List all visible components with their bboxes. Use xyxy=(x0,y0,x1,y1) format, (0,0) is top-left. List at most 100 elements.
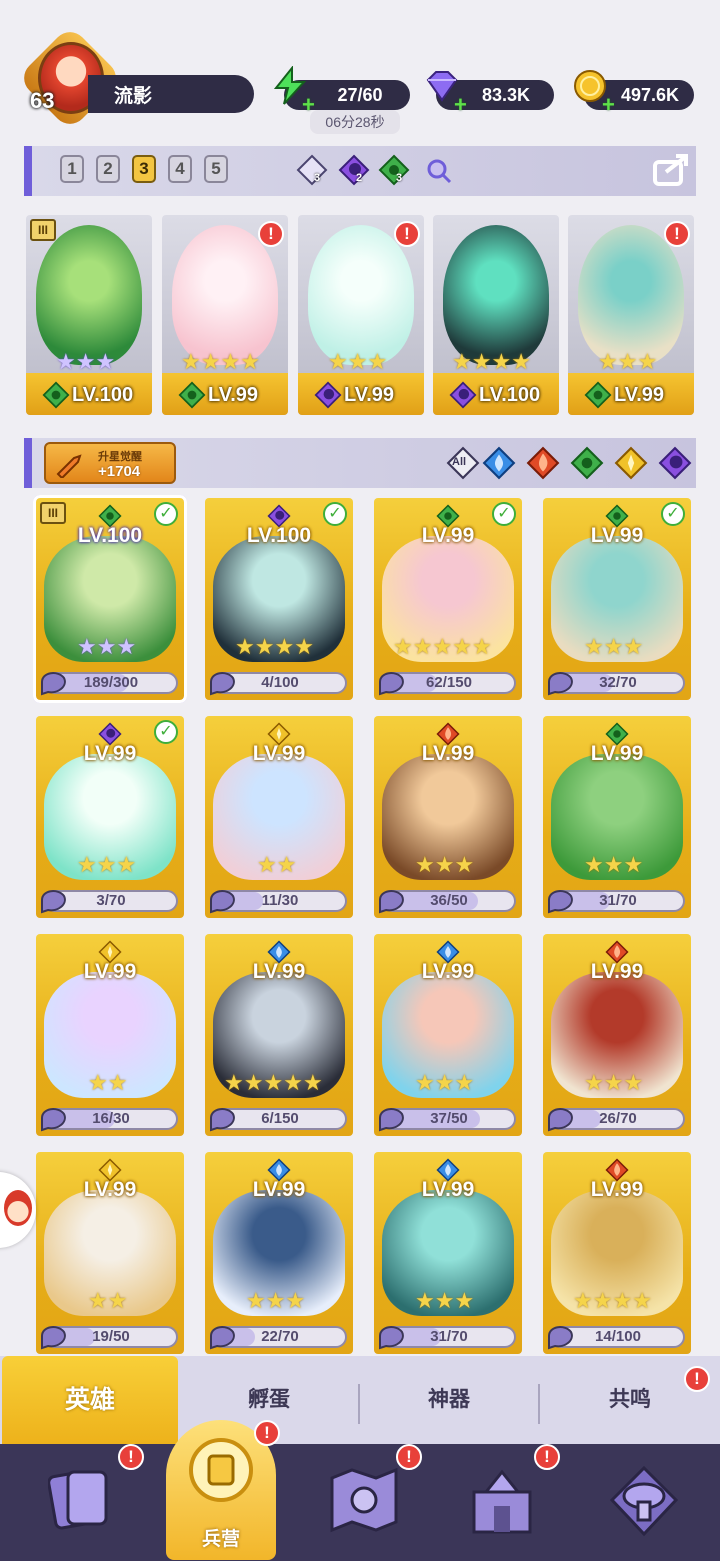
star-icon: ★ xyxy=(243,1070,264,1095)
hero-card[interactable]: LV.99 62/150 ✓ ★ ★ ★ ★ ★ xyxy=(374,498,522,700)
star-icon: ★ xyxy=(96,634,117,659)
progress-text: 37/50 xyxy=(430,1110,468,1127)
hero-card[interactable]: LV.100 4/100 ✓ ★ ★ ★ ★ xyxy=(205,498,353,700)
nav-barracks[interactable]: 兵营 ! xyxy=(166,1420,280,1560)
hero-card[interactable]: LV.99 36/50 ★ ★ ★ xyxy=(374,716,522,918)
progress-text: 31/70 xyxy=(430,1328,468,1345)
hero-card[interactable]: LV.99 3/70 ✓ ★ ★ ★ xyxy=(36,716,184,918)
sword-icon xyxy=(56,454,82,478)
star-rating: ★ ★ ★ xyxy=(415,1072,474,1094)
lineup-slot[interactable]: LV.100 ★ ★ ★ III xyxy=(26,215,152,415)
team-tab-4[interactable]: 4 xyxy=(168,155,192,183)
hero-level: LV.99 xyxy=(590,1178,644,1201)
hero-card[interactable]: LV.99 22/70 ★ ★ ★ xyxy=(205,1152,353,1354)
team-nature-count: 3 xyxy=(378,154,410,186)
star-icon: ★ xyxy=(200,349,221,374)
star-icon: ★ xyxy=(598,349,618,374)
hero-card[interactable]: LV.99 16/30 ★ ★ xyxy=(36,934,184,1136)
star-icon: ★ xyxy=(257,852,277,877)
hero-portrait xyxy=(172,225,278,365)
star-awaken-value: +1704 xyxy=(98,463,141,480)
progress-text: 16/30 xyxy=(92,1110,130,1127)
hero-card[interactable]: LV.99 6/150 ★ ★ ★ ★ ★ xyxy=(205,934,353,1136)
hero-card[interactable]: LV.99 14/100 ★ ★ ★ ★ xyxy=(543,1152,691,1354)
star-rating: ★ ★ ★ xyxy=(77,854,136,876)
nature-element-icon xyxy=(378,154,410,186)
star-icon: ★ xyxy=(294,634,314,659)
tab-artifact[interactable]: 神器 xyxy=(360,1356,538,1444)
filter-fire-button[interactable] xyxy=(526,446,560,480)
soul-stone-icon xyxy=(210,890,235,914)
star-icon: ★ xyxy=(434,1288,455,1313)
progress-text: 3/70 xyxy=(96,892,126,909)
team-tab-3[interactable]: 3 xyxy=(132,155,156,183)
team-tab-1[interactable]: 1 xyxy=(60,155,84,183)
soul-stone-icon xyxy=(41,890,66,914)
energy-counter[interactable]: + 27/60 xyxy=(273,66,410,117)
check-icon: ✓ xyxy=(492,502,516,526)
gold-plus-icon[interactable]: + xyxy=(602,90,615,120)
filter-all-button[interactable]: All xyxy=(446,446,480,480)
star-rating: ★ ★ ★ ★ xyxy=(181,351,260,373)
team-tab-2[interactable]: 2 xyxy=(96,155,120,183)
progress-text: 31/70 xyxy=(599,892,637,909)
hero-level: LV.99 xyxy=(83,960,137,983)
energy-value: 27/60 xyxy=(337,85,383,105)
lineup-slot[interactable]: LV.99 ★ ★ ★! xyxy=(568,215,694,415)
gem-counter[interactable]: + 83.3K xyxy=(426,71,554,117)
soul-stone-icon xyxy=(210,1326,235,1350)
tab-heroes[interactable]: 英雄 xyxy=(2,1356,178,1444)
filter-dark-button[interactable] xyxy=(658,446,692,480)
magnifier-icon[interactable] xyxy=(426,158,452,184)
filter-light-button[interactable] xyxy=(614,446,648,480)
star-icon: ★ xyxy=(603,852,624,877)
nav-mushroom[interactable] xyxy=(588,1454,688,1554)
hero-card[interactable]: LV.99 31/70 ★ ★ ★ xyxy=(543,716,691,918)
castle-alert-badge: ! xyxy=(534,1444,560,1470)
team-tab-5[interactable]: 5 xyxy=(204,155,228,183)
hero-card[interactable]: LV.99 26/70 ★ ★ ★ xyxy=(543,934,691,1136)
soul-stone-icon xyxy=(548,1108,573,1132)
gem-plus-icon[interactable]: + xyxy=(454,90,467,120)
nav-map[interactable]: ! xyxy=(310,1444,422,1554)
hero-card[interactable]: LV.99 32/70 ✓ ★ ★ ★ xyxy=(543,498,691,700)
star-awaken-button[interactable]: 升星觉醒 +1704 xyxy=(44,442,176,484)
check-icon: ✓ xyxy=(154,502,178,526)
star-icon: ★ xyxy=(116,634,137,659)
lineup-slot[interactable]: LV.99 ★ ★ ★! xyxy=(298,215,424,415)
hero-card[interactable]: LV.99 19/50 ★ ★ xyxy=(36,1152,184,1354)
star-icon: ★ xyxy=(511,349,531,374)
nav-castle[interactable]: ! xyxy=(448,1444,560,1554)
player-level: 63 xyxy=(30,88,55,113)
hero-card[interactable]: LV.100 189/300 ✓ III ★ ★ ★ xyxy=(33,495,187,703)
soul-stone-icon xyxy=(379,1108,404,1132)
gold-counter[interactable]: + 497.6K xyxy=(574,70,694,117)
soul-stone-icon xyxy=(379,1326,404,1350)
hero-level: LV.99 xyxy=(421,1178,475,1201)
star-icon: ★ xyxy=(452,634,472,659)
lineup-slot[interactable]: LV.100 ★ ★ ★ ★ xyxy=(433,215,559,415)
hero-level: LV.99 xyxy=(614,384,665,406)
hero-card[interactable]: LV.99 31/70 ★ ★ ★ xyxy=(374,1152,522,1354)
hero-card[interactable]: LV.99 37/50 ★ ★ ★ xyxy=(374,934,522,1136)
star-icon: ★ xyxy=(637,349,658,374)
nav-cards[interactable]: ! xyxy=(30,1444,144,1554)
share-icon[interactable] xyxy=(652,152,692,188)
star-icon: ★ xyxy=(328,349,348,374)
alert-badge: ! xyxy=(394,221,420,247)
star-icon: ★ xyxy=(367,349,388,374)
hero-level: LV.99 xyxy=(421,524,475,547)
filter-nature-button[interactable] xyxy=(570,446,604,480)
lineup-slot[interactable]: LV.99 ★ ★ ★ ★! xyxy=(162,215,288,415)
star-icon: ★ xyxy=(77,852,97,877)
light-element-icon xyxy=(296,154,328,186)
floating-helper-button[interactable] xyxy=(0,1172,36,1248)
star-rating: ★ ★ ★ xyxy=(56,351,115,373)
fire-element-icon xyxy=(526,446,560,484)
star-icon: ★ xyxy=(415,1070,435,1095)
hero-level: LV.99 xyxy=(421,960,475,983)
star-icon: ★ xyxy=(235,634,255,659)
filter-water-button[interactable] xyxy=(482,446,516,480)
hero-card[interactable]: LV.99 11/30 ★ ★ xyxy=(205,716,353,918)
tier-badge: III xyxy=(30,219,56,241)
